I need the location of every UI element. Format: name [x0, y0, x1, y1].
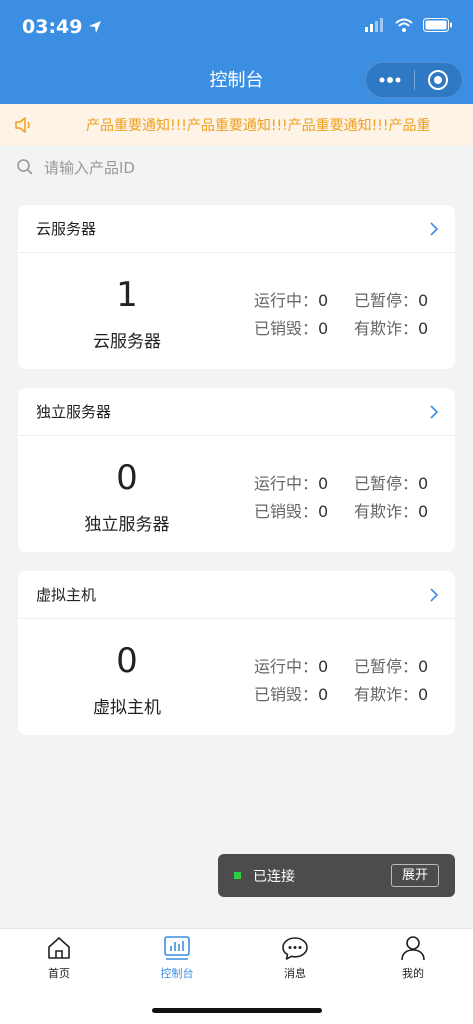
product-label: 云服务器 [93, 332, 161, 352]
stat-destroyed: 已销毁：0 [254, 315, 328, 339]
chevron-right-icon [430, 404, 439, 419]
stat-running-value: 0 [318, 474, 329, 493]
tab-profile[interactable]: 我的 [354, 935, 472, 991]
wifi-icon [395, 18, 413, 32]
stat-paused: 已暂停：0 [354, 653, 428, 677]
stat-destroyed-value: 0 [318, 502, 329, 521]
search-bar[interactable]: 请输入产品ID [0, 146, 473, 188]
home-indicator [152, 1008, 322, 1013]
speaker-icon [15, 117, 30, 133]
stat-running-label: 运行中： [254, 474, 319, 493]
stat-fraud-value: 0 [418, 685, 429, 704]
home-icon [48, 937, 70, 959]
stat-destroyed: 已销毁：0 [254, 681, 328, 705]
notice-bar[interactable]: 产品重要通知!!!产品重要通知!!!产品重要通知!!!产品重 [0, 104, 473, 146]
tab-label: 消息 [284, 967, 306, 980]
stat-running-label: 运行中： [254, 291, 319, 310]
tab-messages[interactable]: 消息 [236, 935, 354, 991]
product-card-virtual-host: 虚拟主机 0 虚拟主机 运行中：0 已暂停：0 已销毁：0 有欺诈：0 [18, 571, 455, 735]
card-header[interactable]: 独立服务器 [18, 388, 455, 436]
product-card-cloud-server: 云服务器 1 云服务器 运行中：0 已暂停：0 已销毁：0 有欺诈：0 [18, 205, 455, 369]
miniprogram-capsule [365, 62, 463, 98]
stat-destroyed-label: 已销毁： [254, 685, 319, 704]
card-title: 云服务器 [36, 220, 97, 238]
nav-header: 03:49 控制台 [0, 0, 473, 104]
stat-fraud: 有欺诈：0 [354, 681, 428, 705]
product-card-dedicated-server: 独立服务器 0 独立服务器 运行中：0 已暂停：0 已销毁：0 有欺诈：0 [18, 388, 455, 552]
stat-running: 运行中：0 [254, 653, 328, 677]
location-arrow-icon [89, 21, 102, 33]
product-count: 0 [116, 458, 138, 498]
tab-home[interactable]: 首页 [0, 935, 118, 991]
more-button[interactable] [366, 63, 414, 97]
chart-icon [164, 936, 190, 960]
stat-fraud-label: 有欺诈： [354, 685, 419, 704]
tab-label: 控制台 [160, 967, 194, 980]
stat-destroyed-value: 0 [318, 319, 329, 338]
stat-running: 运行中：0 [254, 287, 328, 311]
search-icon [17, 159, 33, 175]
notice-text: 产品重要通知!!!产品重要通知!!!产品重要通知!!!产品重 [86, 118, 431, 134]
tab-console[interactable]: 控制台 [118, 935, 236, 991]
stat-paused: 已暂停：0 [354, 470, 428, 494]
battery-icon [423, 18, 452, 32]
chevron-right-icon [430, 587, 439, 602]
stat-paused: 已暂停：0 [354, 287, 428, 311]
search-input[interactable]: 请输入产品ID [44, 157, 135, 178]
stat-paused-value: 0 [418, 657, 429, 676]
product-count: 1 [116, 275, 138, 315]
connection-status-text: 已连接 [253, 868, 295, 885]
stat-fraud-label: 有欺诈： [354, 319, 419, 338]
stat-paused-value: 0 [418, 291, 429, 310]
cellular-signal-icon [365, 18, 383, 32]
status-time: 03:49 [22, 16, 83, 38]
card-header[interactable]: 虚拟主机 [18, 571, 455, 619]
status-time-group: 03:49 [22, 16, 102, 38]
tab-label: 首页 [48, 967, 70, 980]
stat-paused-label: 已暂停： [354, 291, 419, 310]
close-miniprogram-button[interactable] [415, 63, 463, 97]
more-dots-icon [379, 77, 401, 83]
user-icon [401, 936, 425, 961]
status-icons [365, 18, 453, 32]
stat-destroyed-label: 已销毁： [254, 502, 319, 521]
expand-button[interactable]: 展开 [391, 864, 439, 887]
stat-running-value: 0 [318, 657, 329, 676]
chevron-right-icon [430, 221, 439, 236]
card-body: 0 虚拟主机 运行中：0 已暂停：0 已销毁：0 有欺诈：0 [18, 619, 455, 735]
stat-paused-value: 0 [418, 474, 429, 493]
message-icon [282, 937, 308, 960]
card-title: 独立服务器 [36, 403, 112, 421]
stat-running-label: 运行中： [254, 657, 319, 676]
stat-fraud-label: 有欺诈： [354, 502, 419, 521]
card-body: 0 独立服务器 运行中：0 已暂停：0 已销毁：0 有欺诈：0 [18, 436, 455, 552]
product-label: 独立服务器 [84, 515, 170, 535]
target-circle-icon [428, 70, 449, 90]
stat-running-value: 0 [318, 291, 329, 310]
stat-fraud: 有欺诈：0 [354, 498, 428, 522]
stat-paused-label: 已暂停： [354, 474, 419, 493]
product-count: 0 [116, 641, 138, 681]
stat-fraud-value: 0 [418, 502, 429, 521]
stat-fraud-value: 0 [418, 319, 429, 338]
product-label: 虚拟主机 [93, 698, 161, 718]
stat-destroyed-value: 0 [318, 685, 329, 704]
stat-destroyed-label: 已销毁： [254, 319, 319, 338]
stat-paused-label: 已暂停： [354, 657, 419, 676]
connected-indicator [234, 872, 241, 879]
stat-fraud: 有欺诈：0 [354, 315, 428, 339]
stat-destroyed: 已销毁：0 [254, 498, 328, 522]
stat-running: 运行中：0 [254, 470, 328, 494]
card-body: 1 云服务器 运行中：0 已暂停：0 已销毁：0 有欺诈：0 [18, 253, 455, 369]
card-header[interactable]: 云服务器 [18, 205, 455, 253]
card-title: 虚拟主机 [36, 586, 97, 604]
connection-status-panel: 已连接 展开 [218, 854, 455, 897]
tab-label: 我的 [402, 967, 424, 980]
